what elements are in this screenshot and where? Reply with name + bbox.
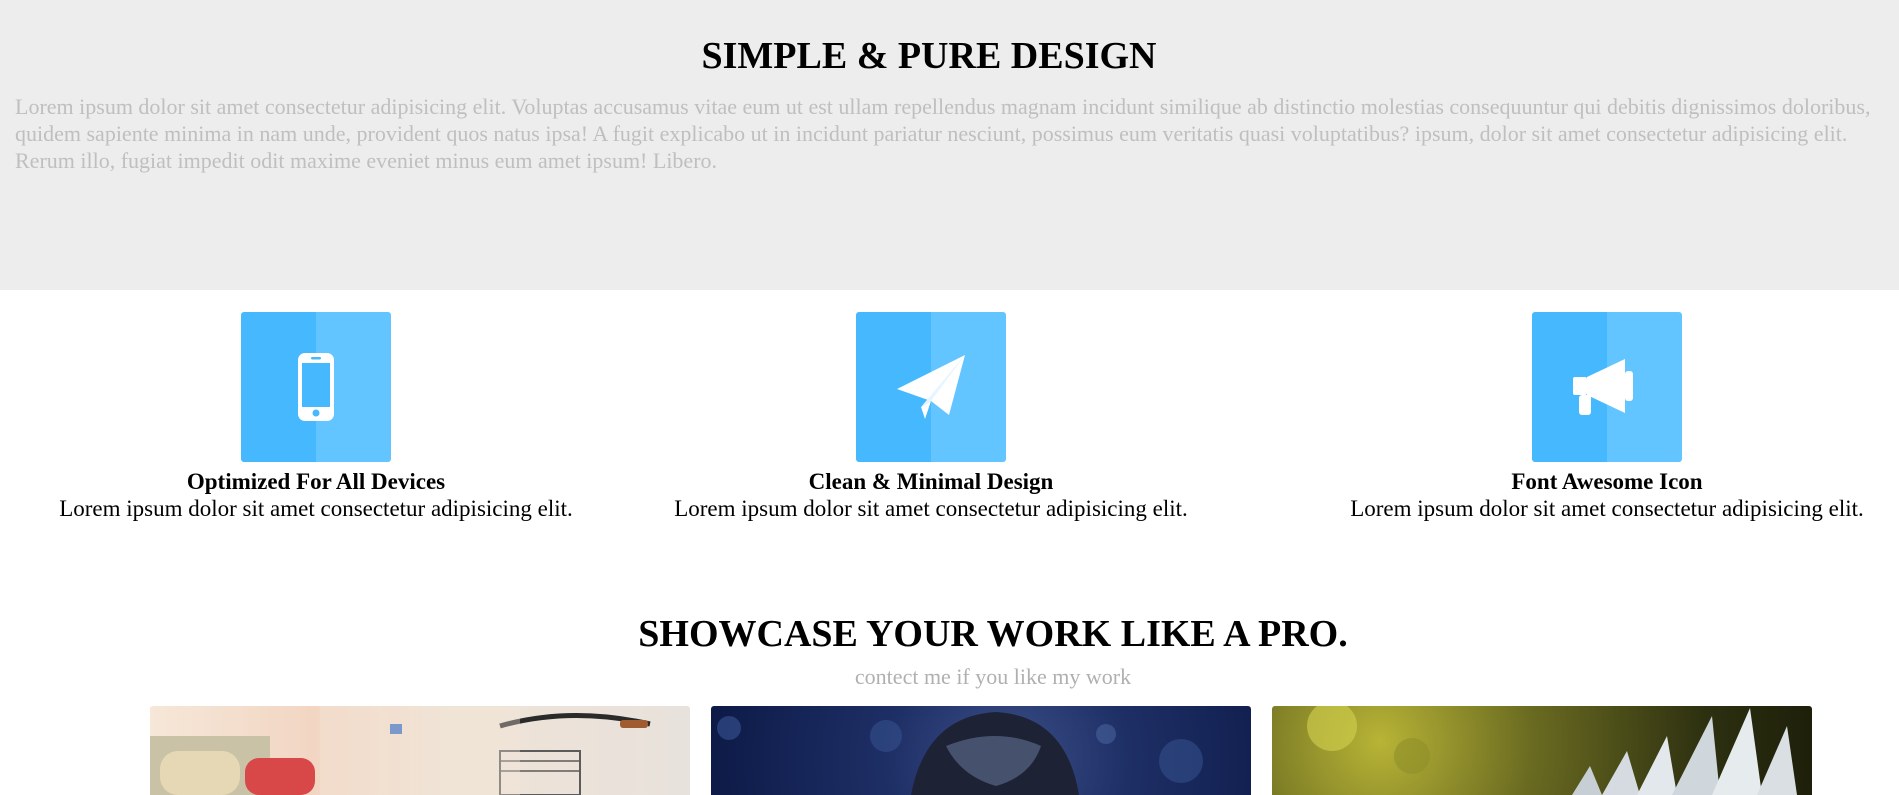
- feature-card-icons: Font Awesome Icon Lorem ipsum dolor sit …: [1287, 312, 1899, 522]
- bullhorn-icon: [1573, 359, 1633, 415]
- showcase-image-nature[interactable]: [1272, 706, 1812, 795]
- paper-plane-icon: [897, 355, 965, 419]
- feature-title: Optimized For All Devices: [186, 469, 446, 494]
- nature-leaves-photo: [1307, 706, 1797, 795]
- street-bicycle-photo: [150, 706, 651, 795]
- showcase-image-portrait[interactable]: [711, 706, 1251, 795]
- portrait-bokeh-photo: [717, 712, 1203, 795]
- feature-title: Clean & Minimal Design: [808, 469, 1054, 494]
- hero-description: Lorem ipsum dolor sit amet consectetur a…: [15, 94, 1871, 173]
- hero-title: SIMPLE & PURE DESIGN: [701, 35, 1157, 77]
- feature-text: Lorem ipsum dolor sit amet consectetur a…: [1350, 496, 1864, 521]
- feature-text: Lorem ipsum dolor sit amet consectetur a…: [59, 496, 573, 521]
- feature-card-devices: Optimized For All Devices Lorem ipsum do…: [0, 312, 636, 522]
- feature-icon-box: [241, 312, 391, 462]
- showcase-title: SHOWCASE YOUR WORK LIKE A PRO.: [638, 613, 1348, 655]
- feature-title: Font Awesome Icon: [1511, 469, 1703, 494]
- showcase-subtitle: contect me if you like my work: [854, 664, 1132, 689]
- feature-icon-box: [856, 312, 1006, 462]
- mobile-phone-icon: [298, 353, 334, 421]
- hero-section: SIMPLE & PURE DESIGN Lorem ipsum dolor s…: [0, 0, 1899, 290]
- feature-text: Lorem ipsum dolor sit amet consectetur a…: [674, 496, 1188, 521]
- feature-card-design: Clean & Minimal Design Lorem ipsum dolor…: [611, 312, 1251, 522]
- feature-icon-box: [1532, 312, 1682, 462]
- showcase-image-street[interactable]: [150, 706, 690, 795]
